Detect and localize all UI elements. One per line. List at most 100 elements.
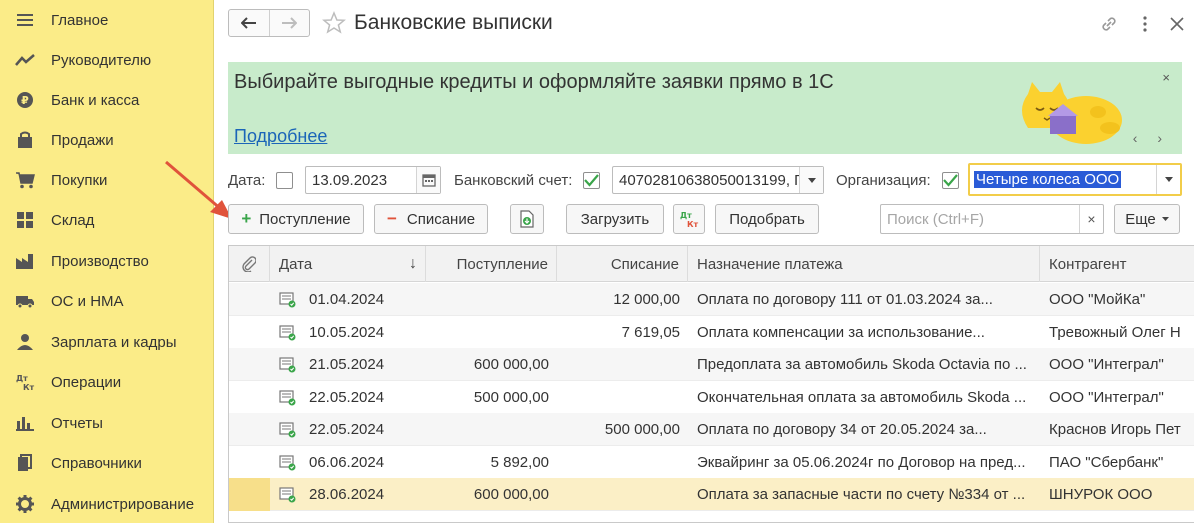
import-file-button[interactable]	[510, 204, 544, 234]
svg-text:Кт: Кт	[687, 220, 699, 228]
svg-text:₽: ₽	[21, 94, 29, 107]
attachment-column-header[interactable]	[229, 246, 270, 282]
table-row[interactable]: 21.05.2024 600 000,00 Предоплата за автомо…	[229, 348, 1194, 381]
table-header: Дата ↓ Поступление Списание Назначение п…	[229, 246, 1194, 282]
sidebar-item-admin[interactable]: Администрирование	[0, 484, 213, 524]
more-vertical-icon[interactable]	[1134, 13, 1156, 35]
sidebar-item-label: Руководителю	[51, 51, 152, 69]
arrow-right-icon	[282, 17, 298, 29]
row-counterparty: ООО "Интеграл"	[1049, 356, 1164, 373]
row-writeoff: 7 619,05	[621, 323, 680, 341]
add-writeoff-button[interactable]: − Списание	[374, 204, 488, 234]
coin-icon: ₽	[14, 89, 36, 111]
row-purpose: Эквайринг за 05.06.2024г по Договор на п…	[697, 453, 1026, 471]
favorite-star-icon[interactable]	[322, 11, 346, 35]
svg-text:Дт: Дт	[16, 374, 28, 383]
statements-table: Дата ↓ Поступление Списание Назначение п…	[228, 245, 1194, 523]
books-icon	[14, 452, 36, 474]
gear-icon	[14, 493, 36, 515]
row-receipt	[426, 283, 549, 316]
row-receipt: 600 000,00	[473, 356, 549, 373]
minus-icon: −	[386, 209, 397, 228]
link-icon[interactable]	[1098, 13, 1120, 35]
cart-icon	[14, 169, 36, 191]
bank-document-icon	[279, 292, 296, 308]
add-receipt-button[interactable]: + Поступление	[228, 204, 364, 234]
menu-icon	[14, 9, 36, 31]
date-value: 13.09.2023	[312, 172, 388, 189]
dt-kt-icon: ДтКт	[680, 211, 699, 228]
dt-kt-button[interactable]: Дт Кт	[673, 204, 705, 234]
forward-button[interactable]	[268, 10, 310, 36]
person-icon	[14, 331, 36, 353]
column-counterparty[interactable]: Контрагент	[1040, 246, 1194, 282]
column-date-label: Дата	[279, 255, 313, 273]
row-writeoff	[557, 446, 680, 479]
table-row[interactable]: 22.05.2024 500 000,00 Окончательная оплата…	[229, 381, 1194, 414]
sidebar-item-assets[interactable]: ОС и НМА	[0, 281, 213, 321]
sidebar-item-production[interactable]: Производство	[0, 241, 213, 281]
table-row[interactable]: 06.06.2024 5 892,00 Эквайринг за 05.06.202…	[229, 446, 1194, 479]
bag-icon	[14, 129, 36, 151]
row-counterparty: ПАО "Сбербанк"	[1049, 453, 1164, 471]
row-purpose: Оплата по договору 111 от 01.03.2024 за.…	[697, 291, 993, 308]
table-row[interactable]: 01.04.2024 12 000,00 Оплата по договору 11…	[229, 283, 1194, 316]
organization-checkbox[interactable]	[942, 172, 959, 189]
sidebar-item-label: Отчеты	[51, 414, 103, 432]
banner-more-link[interactable]: Подробнее	[234, 126, 327, 147]
column-receipt[interactable]: Поступление	[426, 246, 557, 282]
row-date: 22.05.2024	[309, 388, 385, 406]
sidebar-item-label: Главное	[51, 11, 109, 29]
table-row[interactable]: 28.06.2024 600 000,00 Оплата за запасные ч…	[229, 478, 1194, 511]
plus-icon: +	[241, 209, 252, 228]
chevron-down-icon[interactable]	[799, 167, 823, 193]
truck-icon	[14, 290, 36, 312]
sidebar-item-bank[interactable]: ₽ Банк и касса	[0, 80, 213, 120]
date-checkbox[interactable]	[276, 172, 293, 189]
search-clear-button[interactable]: ×	[1079, 205, 1103, 233]
sidebar-item-label: Администрирование	[51, 495, 195, 513]
column-writeoff[interactable]: Списание	[557, 246, 688, 282]
row-counterparty: Тревожный Олег Н	[1049, 323, 1181, 341]
sidebar-item-sales[interactable]: Продажи	[0, 120, 213, 160]
chevron-down-icon	[1161, 217, 1169, 221]
close-icon[interactable]	[1166, 13, 1188, 35]
factory-icon	[14, 250, 36, 272]
row-writeoff	[557, 381, 680, 414]
row-writeoff: 12 000,00	[613, 291, 680, 308]
row-purpose: Окончательная оплата за автомобиль Skoda…	[697, 388, 1027, 406]
column-purpose[interactable]: Назначение платежа	[688, 246, 1040, 282]
organization-field[interactable]: Четыре колеса ООО	[968, 163, 1182, 196]
row-purpose: Оплата за запасные части по счету №334 о…	[697, 486, 1026, 503]
row-counterparty: Краснов Игорь Пет	[1049, 421, 1181, 438]
table-row[interactable]: 22.05.2024 500 000,00 Оплата по договору 3…	[229, 413, 1194, 446]
banner-nav-arrows[interactable]: ‹ ›	[1133, 130, 1170, 146]
sidebar-item-label: Банк и касса	[51, 91, 140, 109]
chevron-down-icon[interactable]	[1156, 165, 1180, 194]
calendar-icon[interactable]	[416, 167, 440, 193]
sidebar-item-main[interactable]: Главное	[0, 0, 213, 40]
row-purpose: Предоплата за автомобиль Skoda Octavia п…	[697, 356, 1027, 373]
row-writeoff: 500 000,00	[604, 421, 680, 438]
more-button[interactable]: Еще	[1114, 204, 1180, 234]
load-button[interactable]: Загрузить	[566, 204, 664, 234]
sidebar-item-salary[interactable]: Зарплата и кадры	[0, 322, 213, 362]
back-button[interactable]	[229, 10, 269, 36]
search-field[interactable]: Поиск (Ctrl+F) ×	[880, 204, 1104, 234]
sidebar-item-manager[interactable]: Руководителю	[0, 40, 213, 80]
sidebar-item-label: ОС и НМА	[51, 292, 124, 310]
sidebar-item-reports[interactable]: Отчеты	[0, 403, 213, 443]
sidebar-item-operations[interactable]: Дт Кт Операции	[0, 362, 213, 402]
row-counterparty: ООО "МойКа"	[1049, 291, 1146, 308]
account-checkbox[interactable]	[583, 172, 600, 189]
date-field[interactable]: 13.09.2023	[305, 166, 441, 194]
account-field[interactable]: 40702810638050013199, П	[612, 166, 824, 194]
sidebar-item-references[interactable]: Справочники	[0, 443, 213, 483]
row-date: 28.06.2024	[309, 486, 385, 503]
table-row[interactable]: 10.05.2024 7 619,05 Оплата компенсации за …	[229, 316, 1194, 349]
search-placeholder: Поиск (Ctrl+F)	[887, 211, 984, 228]
column-date[interactable]: Дата ↓	[270, 246, 426, 282]
organization-label: Организация:	[836, 172, 931, 189]
select-button[interactable]: Подобрать	[715, 204, 819, 234]
banner-close-button[interactable]: ×	[1162, 70, 1170, 85]
